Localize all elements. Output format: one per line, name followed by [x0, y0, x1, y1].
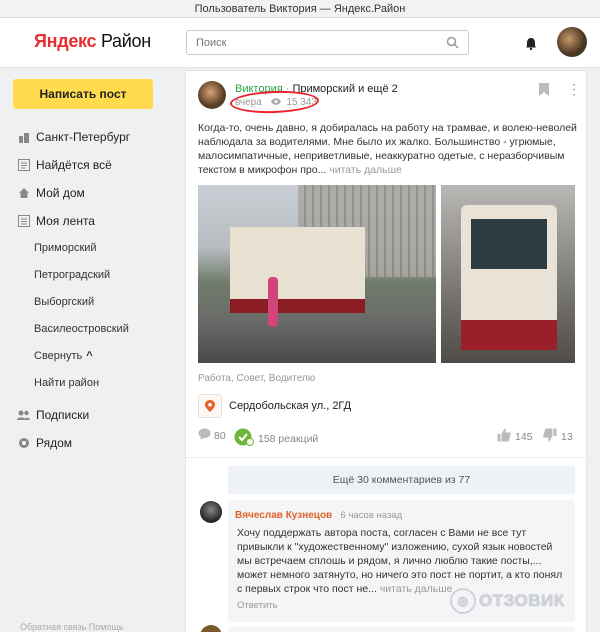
list-icon [17, 159, 30, 172]
watermark-logo-icon: ◎ [450, 588, 476, 614]
collapse-label: Свернуть [34, 350, 83, 362]
sidebar-subitem-vyborgsky[interactable]: Выборгский [13, 289, 153, 316]
post-card: Виктория · Приморский и ещё 2 вчера 15 3… [185, 70, 587, 632]
top-header: Яндекс Район [0, 18, 600, 68]
city-icon [17, 131, 30, 144]
sidebar-item-label: Санкт-Петербург [36, 130, 131, 144]
search-icon[interactable] [446, 36, 459, 52]
find-area-link[interactable]: Найти район [13, 370, 153, 397]
otzovik-watermark: ◎ ОТЗОВИК [450, 588, 565, 614]
reactions-count: 158 реакций [258, 432, 319, 445]
read-more-link[interactable]: читать дальше [329, 164, 402, 176]
logo-rayon: Район [100, 31, 151, 51]
sidebar-item-home[interactable]: Мой дом [13, 179, 153, 207]
post-photo-1[interactable] [198, 185, 436, 363]
dislike-button[interactable]: 13 [543, 428, 573, 445]
comment-text: Хочу поддержать автора поста, согласен с… [235, 526, 568, 596]
sidebar: Написать пост Санкт-Петербург Найдётся в… [13, 79, 153, 457]
sidebar-item-city[interactable]: Санкт-Петербург [13, 123, 153, 151]
write-post-button[interactable]: Написать пост [13, 79, 153, 109]
sidebar-subitem-vasileostrovsky[interactable]: Василеостровский [13, 316, 153, 343]
post-place[interactable]: Сердобольская ул., 2ГД [198, 393, 580, 419]
comments-button[interactable]: 80 [198, 428, 226, 443]
footer-links[interactable]: Обратная связь Помощь [20, 622, 124, 632]
people-icon [17, 409, 30, 422]
pin-icon [17, 437, 30, 450]
comment-time: 6 часов назад [340, 510, 403, 521]
user-avatar[interactable] [557, 27, 587, 57]
yandex-rayon-logo[interactable]: Яндекс Район [34, 31, 151, 52]
post-photo-2[interactable] [441, 185, 575, 363]
window-title: Пользователь Виктория — Яндекс.Район [0, 0, 600, 18]
bell-icon[interactable] [525, 37, 537, 53]
sidebar-item-nearby[interactable]: Рядом [13, 429, 153, 457]
reaction-icon [234, 428, 254, 449]
next-comment-avatar[interactable] [200, 625, 222, 632]
sidebar-subitem-petrogradsky[interactable]: Петроградский [13, 262, 153, 289]
post-text: Когда-то, очень давно, я добиралась на р… [198, 121, 580, 177]
search-box [186, 30, 469, 55]
likes-count: 145 [515, 430, 533, 443]
comment-icon [198, 428, 211, 443]
sidebar-subitem-primorsky[interactable]: Приморский [13, 235, 153, 262]
photo-tram-window [471, 219, 547, 269]
sidebar-item-label: Моя лента [36, 214, 95, 228]
watermark-text: ОТЗОВИК [479, 591, 565, 610]
next-comment-item [228, 627, 575, 632]
comment-author-avatar[interactable] [200, 501, 222, 523]
place-label: Сердобольская ул., 2ГД [229, 400, 352, 412]
actions-divider [186, 457, 586, 458]
sidebar-item-subscriptions[interactable]: Подписки [13, 401, 153, 429]
sidebar-nav: Санкт-Петербург Найдётся всё Мой дом Моя… [13, 123, 153, 457]
photo-person [268, 277, 278, 327]
post-author-avatar[interactable] [198, 81, 226, 109]
thumbs-down-icon [543, 428, 557, 445]
sidebar-item-label: Найдётся всё [36, 158, 112, 172]
search-input[interactable] [187, 31, 427, 54]
post-tags[interactable]: Работа, Совет, Водителю [198, 373, 315, 384]
feed-icon [17, 215, 30, 228]
more-comments-button[interactable]: Ещё 30 комментариев из 77 [228, 466, 575, 494]
like-button[interactable]: 145 [497, 428, 533, 445]
chevron-up-icon: ^ [86, 350, 93, 362]
logo-yandex: Яндекс [34, 31, 97, 51]
comments-count: 80 [214, 429, 226, 442]
photo-tram [230, 227, 365, 313]
comment-read-more-link[interactable]: читать дальше [380, 583, 453, 595]
bookmark-icon[interactable] [539, 83, 549, 99]
post-actions: 80 158 реакций 145 13 [198, 428, 580, 446]
home-icon [17, 187, 30, 200]
sidebar-item-label: Рядом [36, 436, 73, 450]
reactions-button[interactable]: 158 реакций [234, 428, 318, 449]
comment-header: Вячеслав Кузнецов 6 часов назад [235, 507, 568, 521]
sidebar-item-feed[interactable]: Моя лента [13, 207, 153, 235]
collapse-link[interactable]: Свернуть ^ [13, 343, 153, 370]
sidebar-item-find[interactable]: Найдётся всё [13, 151, 153, 179]
sidebar-item-label: Мой дом [36, 186, 85, 200]
map-pin-icon [198, 394, 222, 418]
comment-author[interactable]: Вячеслав Кузнецов [235, 510, 332, 521]
dislikes-count: 13 [561, 430, 573, 443]
more-options-icon[interactable]: ⋮ [567, 82, 581, 96]
sidebar-item-label: Подписки [36, 408, 90, 422]
thumbs-up-icon [497, 428, 511, 445]
